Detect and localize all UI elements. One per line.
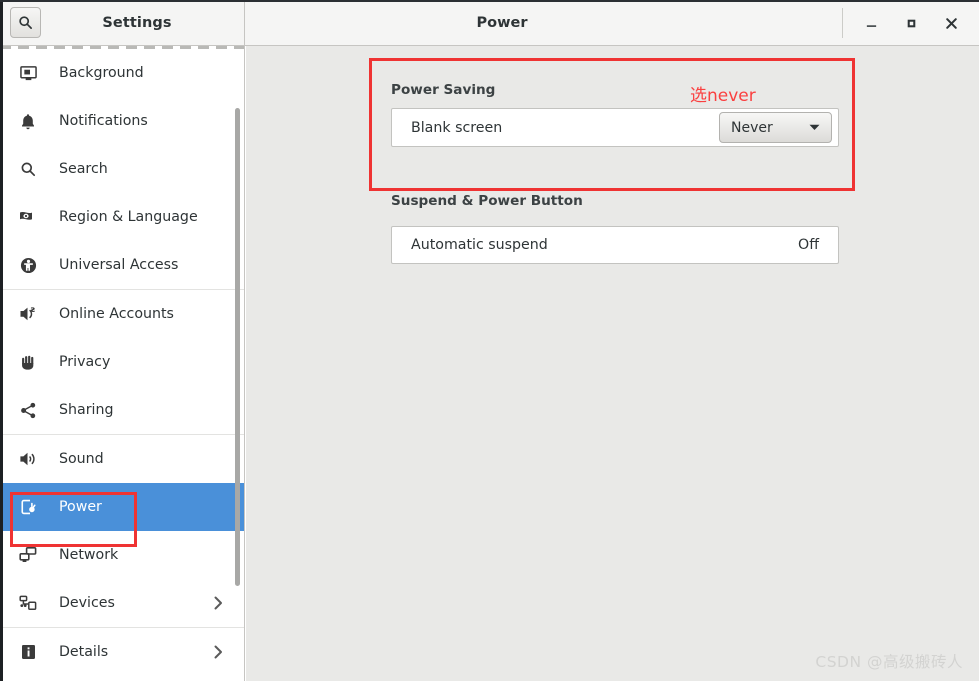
sidebar-scrollbar[interactable] (235, 108, 240, 586)
info-icon (17, 641, 39, 663)
sidebar-item-devices[interactable]: Devices (0, 579, 244, 627)
sidebar-item-label: Privacy (59, 354, 111, 370)
blank-screen-dropdown-value: Never (731, 119, 773, 136)
window-top-edge (0, 0, 979, 2)
suspend-power-button-title: Suspend & Power Button (391, 193, 583, 209)
maximize-button[interactable] (891, 3, 931, 43)
close-button[interactable] (931, 3, 971, 43)
chevron-down-icon (809, 124, 820, 131)
blank-screen-row: Blank screen Never (392, 109, 838, 146)
chevron-right-icon (214, 645, 223, 659)
titlebar: Settings Power (0, 0, 979, 46)
sidebar-item-label: Notifications (59, 113, 148, 129)
online-accounts-icon (17, 303, 39, 325)
sidebar-group: Online Accounts Privacy Sharing (0, 290, 244, 434)
sidebar-item-power[interactable]: Power (0, 483, 244, 531)
sidebar-item-region-language[interactable]: Region & Language (0, 193, 244, 241)
window-controls (842, 0, 979, 46)
sidebar-item-notifications[interactable]: Notifications (0, 97, 244, 145)
sidebar-item-label: Details (59, 644, 109, 660)
sidebar-item-search[interactable]: Search (0, 145, 244, 193)
automatic-suspend-row[interactable]: Automatic suspend Off (392, 227, 838, 263)
hand-icon (17, 351, 39, 373)
search-button[interactable] (10, 7, 41, 38)
sidebar-item-online-accounts[interactable]: Online Accounts (0, 290, 244, 338)
sidebar-item-background[interactable]: Background (0, 49, 244, 97)
sidebar-item-label: Universal Access (59, 257, 179, 273)
sidebar-item-label: Network (59, 547, 119, 563)
sidebar-group: Sound Power Network Devices (0, 435, 244, 627)
sidebar-item-privacy[interactable]: Privacy (0, 338, 244, 386)
sidebar-item-label: Sound (59, 451, 104, 467)
share-icon (17, 399, 39, 421)
flag-icon (17, 206, 39, 228)
automatic-suspend-value: Off (798, 237, 819, 253)
speaker-icon (17, 448, 39, 470)
sidebar-item-network[interactable]: Network (0, 531, 244, 579)
devices-icon (17, 592, 39, 614)
watermark: CSDN @高级搬砖人 (815, 653, 963, 671)
sidebar-item-label: Devices (59, 595, 115, 611)
sidebar-item-label: Region & Language (59, 209, 198, 225)
sidebar-group: Background Notifications Search Region & La… (0, 49, 244, 289)
power-saving-list: Blank screen Never (391, 108, 839, 147)
search-icon (18, 15, 33, 30)
window-controls-divider (842, 8, 843, 38)
sidebar-item-label: Background (59, 65, 144, 81)
power-plug-icon (17, 496, 39, 518)
sidebar-nav: Background Notifications Search Region & La… (0, 49, 244, 676)
annotation-text: 选never (690, 86, 756, 106)
sidebar-item-label: Power (59, 499, 102, 515)
sidebar-item-label: Online Accounts (59, 306, 174, 322)
sidebar: Background Notifications Search Region & La… (0, 46, 245, 681)
sidebar-item-details[interactable]: Details (0, 628, 244, 676)
bell-icon (17, 110, 39, 132)
sidebar-item-universal-access[interactable]: Universal Access (0, 241, 244, 289)
sidebar-item-label: Sharing (59, 402, 114, 418)
accessibility-icon (17, 254, 39, 276)
suspend-power-button-list: Automatic suspend Off (391, 226, 839, 264)
chevron-right-icon (214, 596, 223, 610)
page-title: Power (476, 14, 528, 31)
sidebar-item-label: Search (59, 161, 108, 177)
network-icon (17, 544, 39, 566)
search-icon (17, 158, 39, 180)
blank-screen-label: Blank screen (411, 119, 503, 136)
sidebar-item-sound[interactable]: Sound (0, 435, 244, 483)
settings-window: Settings Power Background Notifications … (0, 0, 979, 681)
automatic-suspend-label: Automatic suspend (411, 237, 548, 253)
window-left-edge (0, 0, 3, 681)
content-panel: Power Saving 选never Blank screen Never S… (246, 46, 979, 681)
blank-screen-dropdown[interactable]: Never (719, 112, 832, 143)
monitor-wallpaper-icon (17, 62, 39, 84)
sidebar-item-sharing[interactable]: Sharing (0, 386, 244, 434)
titlebar-content-section: Power (245, 0, 979, 45)
sidebar-group: Details (0, 628, 244, 676)
minimize-button[interactable] (851, 3, 891, 43)
power-saving-title: Power Saving (391, 82, 496, 98)
